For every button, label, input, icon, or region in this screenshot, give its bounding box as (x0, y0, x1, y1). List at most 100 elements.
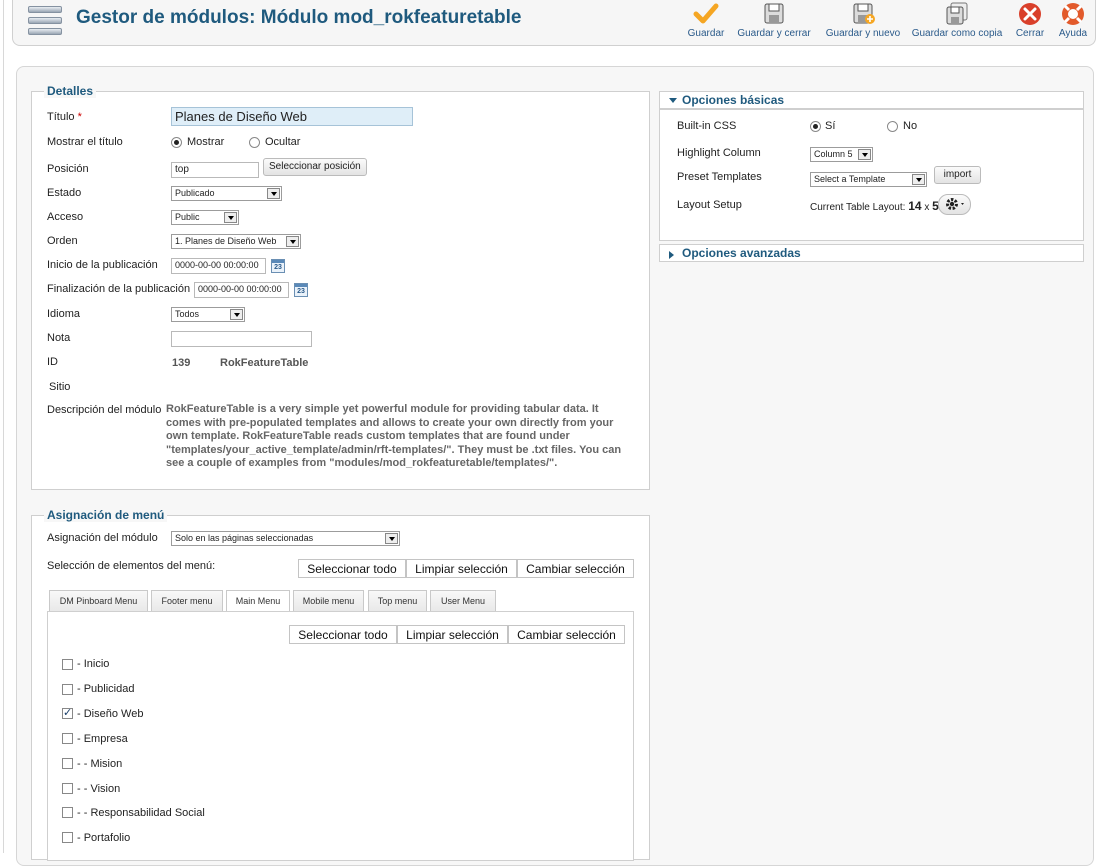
module-manager-icon (28, 4, 62, 38)
title-label: Título * (47, 111, 82, 123)
calendar-icon[interactable]: 23 (294, 283, 308, 297)
chevron-down-icon (385, 533, 398, 544)
page-title: Gestor de módulos: Módulo mod_rokfeature… (76, 7, 522, 28)
publish-end-input[interactable]: 0000-00-00 00:00:00 (194, 282, 289, 298)
hide-title-radio[interactable] (249, 137, 260, 148)
menu-item-label: - Publicidad (77, 683, 135, 695)
menu-item-label: - - Mision (77, 758, 123, 770)
position-input[interactable]: top (171, 162, 259, 178)
chevron-down-icon (286, 236, 299, 247)
tab-user-menu[interactable]: User Menu (430, 590, 496, 612)
menu-item-checkbox[interactable] (62, 733, 73, 744)
menu-item-label: - Diseño Web (77, 708, 144, 720)
menu-item-label: - - Vision (77, 783, 121, 795)
gear-icon (943, 198, 967, 215)
menu-assignment-legend: Asignación de menú (44, 508, 168, 522)
title-input[interactable]: Planes de Diseño Web (171, 107, 413, 126)
calendar-icon[interactable]: 23 (271, 259, 285, 273)
collapse-icon (669, 98, 677, 103)
menu-item-checkbox[interactable] (62, 659, 73, 670)
chevron-down-icon (912, 174, 925, 185)
tab-top-menu[interactable]: Top menu (368, 590, 427, 612)
state-label: Estado (47, 187, 82, 199)
builtin-css-yes-radio[interactable] (810, 121, 821, 132)
select-all-button[interactable]: Seleccionar todo (298, 559, 406, 578)
tab-dm-pinboard-menu[interactable]: DM Pinboard Menu (49, 590, 148, 612)
toggle-selection-button[interactable]: Cambiar selección (517, 559, 634, 578)
close-label: Cerrar (1015, 28, 1045, 39)
details-legend: Detalles (44, 84, 97, 98)
menu-item-checkbox[interactable] (62, 807, 73, 818)
tab-main-menu[interactable]: Main Menu (226, 590, 290, 613)
builtin-css-no-radio[interactable] (887, 121, 898, 132)
tab-footer-menu[interactable]: Footer menu (151, 590, 223, 612)
layout-settings-button[interactable] (938, 194, 971, 215)
id-value: 139 (172, 357, 191, 369)
builtin-css-no-label: No (903, 120, 918, 132)
builtin-css-label: Built-in CSS (677, 120, 737, 132)
save-new-label: Guardar y nuevo (825, 28, 901, 39)
hide-title-option: Ocultar (265, 136, 301, 148)
chevron-down-icon (858, 149, 871, 160)
publish-end-label: Finalización de la publicación (47, 283, 191, 295)
menu-item-checkbox[interactable] (62, 684, 73, 695)
module-assignment-select[interactable]: Solo en las páginas seleccionadas (171, 531, 400, 546)
menu-item-label: - Empresa (77, 733, 128, 745)
id-label: ID (47, 356, 58, 368)
module-description: RokFeatureTable is a very simple yet pow… (166, 403, 622, 469)
access-select[interactable]: Public (171, 210, 239, 225)
close-icon (1017, 2, 1043, 26)
show-title-radio[interactable] (171, 137, 182, 148)
menu-item-checkbox[interactable] (62, 832, 73, 843)
select-position-button[interactable]: Seleccionar posición (263, 158, 367, 176)
menu-selection-label: Selección de elementos del menú: (47, 560, 216, 572)
order-select[interactable]: 1. Planes de Diseño Web (171, 234, 301, 249)
close-button[interactable]: Cerrar (1010, 0, 1050, 44)
tab-mobile-menu[interactable]: Mobile menu (293, 590, 364, 612)
tab-clear-selection-button[interactable]: Limpiar selección (397, 625, 508, 644)
note-input[interactable] (171, 331, 312, 347)
show-title-label: Mostrar el título (47, 136, 123, 148)
save-label: Guardar (687, 28, 725, 39)
expand-icon (669, 251, 674, 259)
save-copy-icon (944, 2, 970, 26)
save-copy-label: Guardar como copia (911, 28, 1003, 39)
tab-toggle-selection-button[interactable]: Cambiar selección (508, 625, 625, 644)
save-close-button[interactable]: Guardar y cerrar (735, 0, 813, 44)
order-label: Orden (47, 235, 78, 247)
save-new-button[interactable]: Guardar y nuevo (823, 0, 903, 44)
highlight-column-select[interactable]: Column 5 (810, 147, 873, 162)
main-menu-tab-panel (47, 611, 634, 861)
state-select[interactable]: Publicado (171, 186, 282, 201)
show-title-option: Mostrar (187, 136, 225, 148)
language-select[interactable]: Todos (171, 307, 245, 322)
help-icon (1060, 2, 1086, 26)
tab-select-all-button[interactable]: Seleccionar todo (289, 625, 397, 644)
menu-item-checkbox[interactable] (62, 783, 73, 794)
menu-item-checkbox[interactable] (62, 758, 73, 769)
save-button[interactable]: Guardar (682, 0, 730, 44)
highlight-column-label: Highlight Column (677, 147, 761, 159)
chevron-down-icon (267, 188, 280, 199)
menu-item-label: - Inicio (77, 658, 110, 670)
builtin-css-yes-label: Sí (825, 120, 836, 132)
site-label: Sitio (49, 381, 71, 393)
import-button[interactable]: import (934, 166, 981, 184)
module-name: RokFeatureTable (220, 357, 309, 369)
publish-start-input[interactable]: 0000-00-00 00:00:00 (171, 258, 266, 274)
basic-options-header[interactable]: Opciones básicas (659, 91, 1084, 109)
help-button[interactable]: Ayuda (1054, 0, 1092, 44)
checkmark-icon (693, 2, 719, 26)
clear-selection-button[interactable]: Limpiar selección (406, 559, 517, 578)
save-icon (761, 2, 787, 26)
description-label: Descripción del módulo (47, 404, 162, 416)
help-label: Ayuda (1058, 28, 1088, 39)
advanced-options-header[interactable]: Opciones avanzadas (659, 244, 1084, 262)
save-close-label: Guardar y cerrar (737, 28, 811, 39)
save-copy-button[interactable]: Guardar como copia (911, 0, 1003, 44)
menu-item-checkbox[interactable] (62, 706, 73, 719)
access-label: Acceso (47, 211, 84, 223)
menu-item-label: - - Responsabilidad Social (77, 807, 205, 819)
preset-templates-select[interactable]: Select a Template (810, 172, 927, 187)
language-label: Idioma (47, 308, 81, 320)
